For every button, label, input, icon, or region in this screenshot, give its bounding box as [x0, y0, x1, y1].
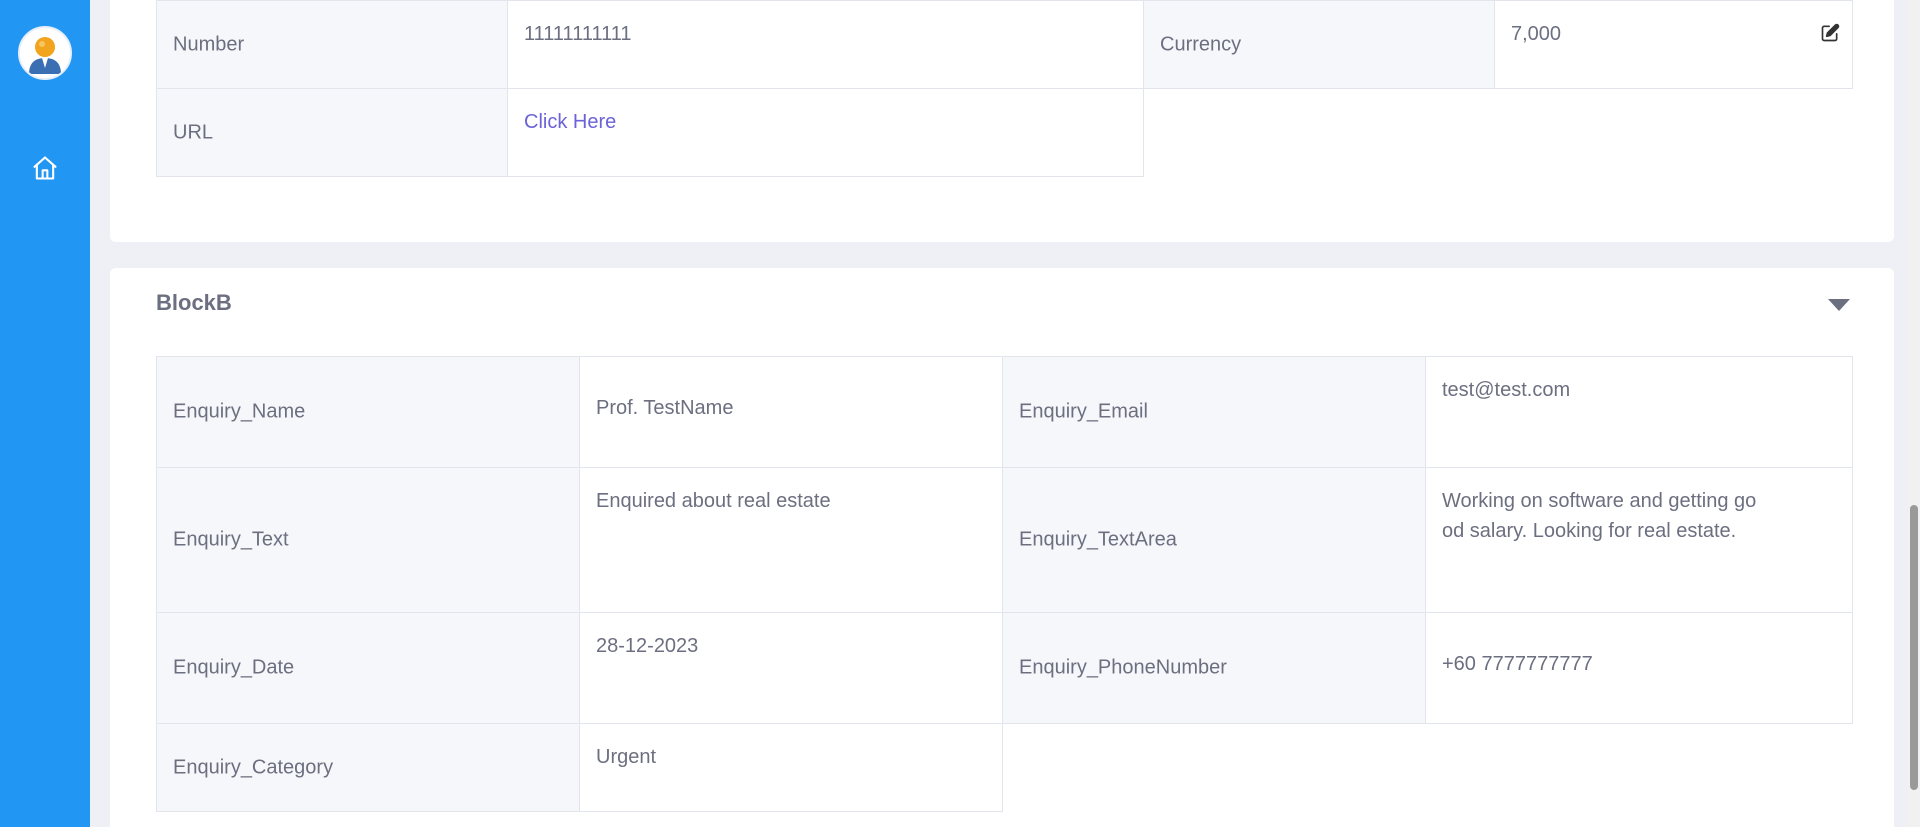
home-icon[interactable] — [31, 154, 59, 182]
field-value-text: +60 7777777777 — [1442, 653, 1593, 675]
url-link[interactable]: Click Here — [524, 107, 616, 137]
block-b-card: BlockB Enquiry_Name Prof. TestName Enqui… — [110, 268, 1894, 827]
field-value: +60 7777777777 — [1425, 612, 1853, 724]
field-label-text: Enquiry_Date — [173, 656, 295, 679]
field-label: Enquiry_Text — [156, 467, 580, 613]
field-label: Enquiry_Email — [1002, 356, 1426, 468]
main-content: Number 11111111111 Currency 7,000 URL Cl… — [90, 0, 1902, 827]
field-value: Enquired about real estate — [579, 467, 1003, 613]
field-value-text: Enquired about real estate — [596, 490, 831, 512]
field-value-text: 28-12-2023 — [596, 635, 699, 657]
field-label: Enquiry_Name — [156, 356, 580, 468]
field-label: URL — [156, 88, 508, 177]
field-label: Currency — [1143, 0, 1495, 89]
field-label: Enquiry_TextArea — [1002, 467, 1426, 613]
field-label-text: URL — [173, 121, 214, 143]
field-value-text: 7,000 — [1511, 23, 1562, 45]
field-label-text: Enquiry_TextArea — [1019, 528, 1177, 551]
scrollbar[interactable] — [1908, 0, 1920, 827]
field-value: 28-12-2023 — [579, 612, 1003, 724]
field-value-text: Prof. TestName — [596, 397, 734, 419]
field-label: Enquiry_PhoneNumber — [1002, 612, 1426, 724]
scrollbar-thumb[interactable] — [1910, 505, 1918, 790]
field-value: 11111111111 — [507, 0, 1144, 89]
field-value: Prof. TestName — [579, 356, 1003, 468]
field-label-text: Currency — [1160, 33, 1242, 55]
user-avatar-icon — [20, 28, 70, 78]
field-label-text: Enquiry_Category — [173, 756, 334, 778]
field-value: Urgent — [579, 723, 1003, 812]
field-label-text: Enquiry_Text — [173, 528, 289, 551]
field-value-text: Working on software and getting good sal… — [1442, 490, 1757, 542]
field-label-text: Enquiry_PhoneNumber — [1019, 656, 1227, 679]
field-label-text: Enquiry_Email — [1019, 400, 1148, 423]
field-value-text: 11111111111 — [524, 23, 632, 45]
field-label: Enquiry_Category — [156, 723, 580, 812]
field-label-text: Number — [173, 33, 245, 55]
field-label-text: Enquiry_Name — [173, 400, 306, 423]
field-value: Working on software and getting good sal… — [1425, 467, 1853, 613]
field-value: Click Here — [507, 88, 1144, 177]
block-a-card: Number 11111111111 Currency 7,000 URL Cl… — [110, 0, 1894, 242]
block-title: BlockB — [156, 290, 232, 315]
field-value-text: test@test.com — [1442, 379, 1571, 401]
user-avatar[interactable] — [18, 26, 72, 80]
field-value: test@test.com — [1425, 356, 1853, 468]
field-label: Number — [156, 0, 508, 89]
field-value: 7,000 — [1494, 0, 1853, 89]
sidebar — [0, 0, 90, 827]
field-value-text: Urgent — [596, 746, 657, 768]
field-label: Enquiry_Date — [156, 612, 580, 724]
edit-icon[interactable] — [1820, 23, 1840, 43]
chevron-down-icon[interactable] — [1828, 298, 1850, 312]
